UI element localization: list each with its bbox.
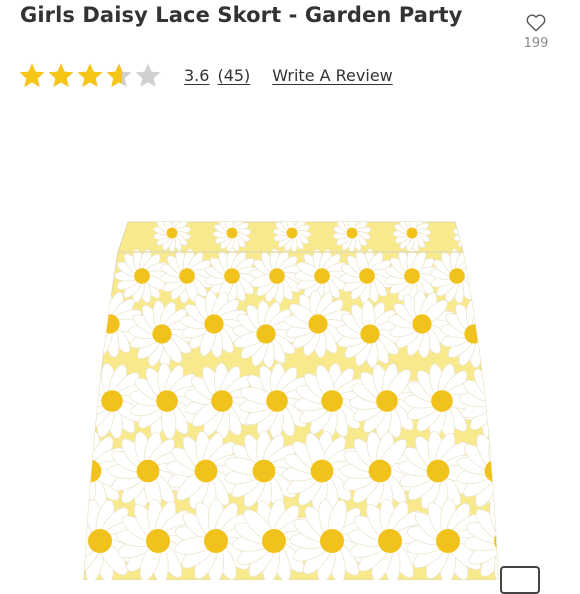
rating-row: 3.6 (45) Write A Review xyxy=(18,58,393,92)
product-title: Girls Daisy Lace Skort - Garden Party xyxy=(20,3,463,27)
heart-outline-icon xyxy=(526,14,546,32)
star-rating xyxy=(18,62,162,89)
star-empty-icon xyxy=(135,63,161,87)
skort-illustration xyxy=(83,221,499,581)
write-review-link[interactable]: Write A Review xyxy=(272,66,392,85)
product-image[interactable] xyxy=(0,110,580,594)
daisy-motif xyxy=(452,222,492,253)
favorite-count: 199 xyxy=(523,36,549,51)
favorite-button[interactable]: 199 xyxy=(516,14,556,51)
star-filled-icon xyxy=(48,63,74,87)
star-filled-icon xyxy=(77,63,103,87)
rating-count: (45) xyxy=(217,65,251,85)
star-filled-icon xyxy=(19,63,45,87)
rating-summary-link[interactable]: 3.6 (45) xyxy=(184,66,250,85)
daisy-motif xyxy=(474,248,498,304)
image-zoom-button[interactable] xyxy=(500,566,540,594)
rating-value: 3.6 xyxy=(184,65,210,85)
star-half-icon xyxy=(106,63,132,87)
